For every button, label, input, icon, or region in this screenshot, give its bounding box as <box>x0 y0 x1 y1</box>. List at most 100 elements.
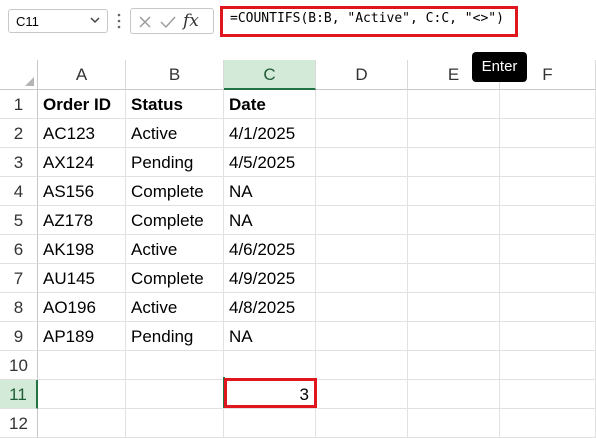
cell-a8[interactable]: AO196 <box>38 293 126 322</box>
cell-f9[interactable] <box>500 322 596 351</box>
formula-bar-area: C11 fx =COUNTIFS(B:B, "Active", C:C, "<>… <box>0 0 596 44</box>
row-header-12[interactable]: 12 <box>0 409 38 438</box>
row-header-6[interactable]: 6 <box>0 235 38 264</box>
cell-d11[interactable] <box>316 380 408 409</box>
cell-a3[interactable]: AX124 <box>38 148 126 177</box>
cell-e5[interactable] <box>408 206 500 235</box>
cell-d10[interactable] <box>316 351 408 380</box>
cell-c6[interactable]: 4/6/2025 <box>224 235 316 264</box>
cell-c4[interactable]: NA <box>224 177 316 206</box>
cell-f12[interactable] <box>500 409 596 438</box>
name-box-value: C11 <box>16 14 39 29</box>
cell-e3[interactable] <box>408 148 500 177</box>
insert-function-button[interactable]: fx <box>183 11 199 31</box>
cell-f6[interactable] <box>500 235 596 264</box>
column-header-d[interactable]: D <box>316 60 408 90</box>
cell-b2[interactable]: Active <box>126 119 224 148</box>
cell-d4[interactable] <box>316 177 408 206</box>
cell-c1[interactable]: Date <box>224 90 316 119</box>
cell-b11[interactable] <box>126 380 224 409</box>
enter-tooltip: Enter <box>472 52 527 82</box>
cell-a9[interactable]: AP189 <box>38 322 126 351</box>
cell-f7[interactable] <box>500 264 596 293</box>
cell-b8[interactable]: Active <box>126 293 224 322</box>
cell-e2[interactable] <box>408 119 500 148</box>
chevron-down-icon[interactable] <box>88 13 102 27</box>
cell-e6[interactable] <box>408 235 500 264</box>
cell-f11[interactable] <box>500 380 596 409</box>
cell-c2[interactable]: 4/1/2025 <box>224 119 316 148</box>
row-header-2[interactable]: 2 <box>0 119 38 148</box>
row-header-11[interactable]: 11 <box>0 380 38 409</box>
cell-e1[interactable] <box>408 90 500 119</box>
cell-d6[interactable] <box>316 235 408 264</box>
cell-a2[interactable]: AC123 <box>38 119 126 148</box>
cell-a11[interactable] <box>38 380 126 409</box>
cell-d9[interactable] <box>316 322 408 351</box>
cell-f5[interactable] <box>500 206 596 235</box>
cell-b12[interactable] <box>126 409 224 438</box>
column-header-a[interactable]: A <box>38 60 126 90</box>
cell-b10[interactable] <box>126 351 224 380</box>
cell-c10[interactable] <box>224 351 316 380</box>
cell-a7[interactable]: AU145 <box>38 264 126 293</box>
column-header-b[interactable]: B <box>126 60 224 90</box>
cell-d1[interactable] <box>316 90 408 119</box>
row-header-1[interactable]: 1 <box>0 90 38 119</box>
cell-a6[interactable]: AK198 <box>38 235 126 264</box>
cell-c3[interactable]: 4/5/2025 <box>224 148 316 177</box>
cell-f10[interactable] <box>500 351 596 380</box>
cell-d3[interactable] <box>316 148 408 177</box>
cell-d5[interactable] <box>316 206 408 235</box>
cell-c5[interactable]: NA <box>224 206 316 235</box>
row-header-7[interactable]: 7 <box>0 264 38 293</box>
row-header-4[interactable]: 4 <box>0 177 38 206</box>
cell-e10[interactable] <box>408 351 500 380</box>
cell-a4[interactable]: AS156 <box>38 177 126 206</box>
cell-b1[interactable]: Status <box>126 90 224 119</box>
enter-check-icon[interactable] <box>159 14 177 30</box>
cell-b6[interactable]: Active <box>126 235 224 264</box>
cell-b5[interactable]: Complete <box>126 206 224 235</box>
cell-e8[interactable] <box>408 293 500 322</box>
cell-f8[interactable] <box>500 293 596 322</box>
cell-d12[interactable] <box>316 409 408 438</box>
row-header-8[interactable]: 8 <box>0 293 38 322</box>
cell-c12[interactable] <box>224 409 316 438</box>
name-box[interactable]: C11 <box>8 9 108 33</box>
cell-b4[interactable]: Complete <box>126 177 224 206</box>
cell-a1[interactable]: Order ID <box>38 90 126 119</box>
cell-b9[interactable]: Pending <box>126 322 224 351</box>
cell-c8[interactable]: 4/8/2025 <box>224 293 316 322</box>
cell-a10[interactable] <box>38 351 126 380</box>
cell-a12[interactable] <box>38 409 126 438</box>
cell-a5[interactable]: AZ178 <box>38 206 126 235</box>
cell-f2[interactable] <box>500 119 596 148</box>
cell-e9[interactable] <box>408 322 500 351</box>
cell-e4[interactable] <box>408 177 500 206</box>
formula-buttons: fx <box>130 8 214 34</box>
cell-b7[interactable]: Complete <box>126 264 224 293</box>
formula-text[interactable]: =COUNTIFS(B:B, "Active", C:C, "<>") <box>230 11 504 26</box>
cell-e11[interactable] <box>408 380 500 409</box>
cell-d2[interactable] <box>316 119 408 148</box>
active-cell-highlight <box>224 378 317 408</box>
select-all-corner[interactable] <box>0 60 38 90</box>
cancel-icon[interactable] <box>137 14 153 30</box>
cell-f3[interactable] <box>500 148 596 177</box>
cell-c9[interactable]: NA <box>224 322 316 351</box>
row-header-3[interactable]: 3 <box>0 148 38 177</box>
row-header-5[interactable]: 5 <box>0 206 38 235</box>
cell-f4[interactable] <box>500 177 596 206</box>
more-options-icon[interactable] <box>117 12 121 30</box>
cell-f1[interactable] <box>500 90 596 119</box>
cell-b3[interactable]: Pending <box>126 148 224 177</box>
row-header-10[interactable]: 10 <box>0 351 38 380</box>
cell-e12[interactable] <box>408 409 500 438</box>
cell-d7[interactable] <box>316 264 408 293</box>
row-header-9[interactable]: 9 <box>0 322 38 351</box>
cell-c7[interactable]: 4/9/2025 <box>224 264 316 293</box>
cell-e7[interactable] <box>408 264 500 293</box>
column-header-c[interactable]: C <box>224 60 316 90</box>
cell-d8[interactable] <box>316 293 408 322</box>
